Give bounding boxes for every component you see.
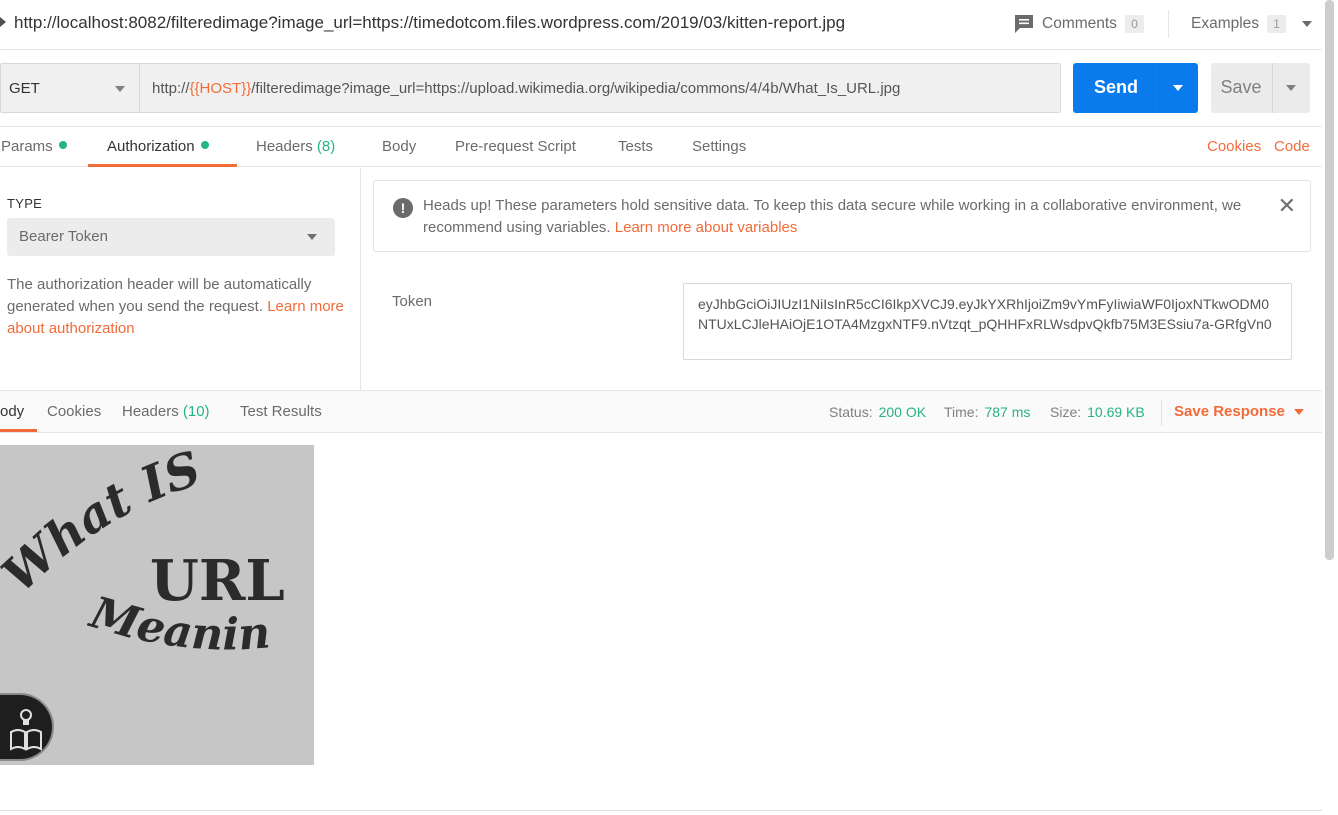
method-value: GET [9,80,40,97]
notice-message: Heads up! These parameters hold sensitiv… [423,195,1273,239]
url-host-variable: {{HOST}} [189,80,252,97]
save-options-chevron-icon[interactable] [1286,85,1296,91]
response-meta-divider [1161,400,1162,426]
response-tabs-bar: ody Cookies Headers (10) Test Results St… [0,390,1322,433]
send-options-chevron-icon[interactable] [1173,85,1183,91]
status-readout: Status: 200 OK [829,404,926,420]
comment-icon [1015,15,1033,33]
response-tab-headers[interactable]: Headers (10) [122,403,210,420]
save-response-label: Save Response [1174,403,1285,420]
tab-authorization[interactable]: Authorization [107,138,209,155]
tab-headers-count: (8) [316,138,336,155]
active-tab-underline [88,164,237,167]
cookies-link[interactable]: Cookies [1207,138,1261,155]
save-divider [1272,63,1273,113]
save-button[interactable]: Save [1211,63,1310,113]
tab-headers[interactable]: Headers (8) [256,138,335,155]
collapse-caret-icon[interactable] [0,17,6,27]
response-tab-headers-label: Headers [122,403,179,420]
chevron-down-icon [307,234,317,240]
image-text-line2: URL [150,548,285,614]
response-active-tab-underline [0,429,37,432]
examples-count-badge: 1 [1267,15,1287,33]
url-path: /filteredimage?image_url=https://upload.… [251,80,901,97]
auth-type-value: Bearer Token [19,228,108,245]
auth-type-panel: TYPE Bearer Token The authorization head… [0,168,361,390]
save-response-button[interactable]: Save Response [1174,403,1304,420]
token-label: Token [392,293,433,310]
auth-type-label: TYPE [7,196,43,211]
tab-tests[interactable]: Tests [618,138,653,155]
sensitive-data-notice: ! Heads up! These parameters hold sensit… [373,180,1311,252]
send-button[interactable]: Send [1073,63,1198,113]
code-link[interactable]: Code [1274,138,1310,155]
chevron-down-icon [1302,21,1313,27]
examples-dropdown[interactable]: Examples 1 [1191,12,1313,36]
alert-icon: ! [393,198,413,218]
time-label: Time: [944,404,979,420]
comments-button[interactable]: Comments 0 [1014,12,1144,36]
tab-headers-label: Headers [256,138,313,155]
authorization-active-dot-icon [200,141,209,150]
status-value[interactable]: 200 OK [879,404,926,420]
notice-text: Heads up! These parameters hold sensitiv… [423,197,1242,236]
request-name[interactable]: http://localhost:8082/filteredimage?imag… [14,13,845,33]
comments-label: Comments [1042,15,1117,32]
vertical-scrollbar[interactable] [1325,0,1334,560]
response-tab-test-results[interactable]: Test Results [240,403,322,420]
send-divider [1159,63,1160,113]
method-select[interactable]: GET [0,63,139,113]
request-tabs: Params Authorization Headers (8) Body Pr… [0,127,1322,167]
tab-params[interactable]: Params [1,138,67,155]
request-title-bar: http://localhost:8082/filteredimage?imag… [0,0,1322,50]
auth-type-select[interactable]: Bearer Token [7,218,335,256]
learn-more-variables-link[interactable]: Learn more about variables [615,219,798,236]
tab-settings[interactable]: Settings [692,138,746,155]
chevron-down-icon [115,86,125,92]
size-value[interactable]: 10.69 KB [1087,404,1145,420]
url-prefix: http:// [152,80,190,97]
status-label: Status: [829,404,873,420]
tab-prerequest-script[interactable]: Pre-request Script [455,138,576,155]
tab-body[interactable]: Body [382,138,416,155]
auth-description-text: The authorization header will be automat… [7,276,312,315]
params-active-dot-icon [58,141,67,150]
bottom-divider [0,810,1322,811]
url-input[interactable]: http://{{HOST}}/filteredimage?image_url=… [139,63,1061,113]
size-readout: Size: 10.69 KB [1050,404,1145,420]
save-label: Save [1220,77,1262,97]
chevron-down-icon [1293,408,1304,415]
response-tab-cookies[interactable]: Cookies [47,403,101,420]
size-label: Size: [1050,404,1082,420]
tab-params-label: Params [1,138,53,155]
time-readout: Time: 787 ms [944,404,1030,420]
close-icon[interactable]: ✕ [1278,195,1296,217]
comments-count-badge: 0 [1124,15,1144,33]
auth-description: The authorization header will be automat… [7,274,347,340]
time-value[interactable]: 787 ms [984,404,1030,420]
token-input[interactable]: eyJhbGciOiJIUzI1NiIsInR5cCI6IkpXVCJ9.eyJ… [683,283,1292,360]
tab-authorization-label: Authorization [107,138,195,155]
response-headers-count: (10) [182,403,210,420]
response-tab-body[interactable]: ody [0,403,24,420]
examples-label: Examples [1191,15,1260,32]
send-label: Send [1093,77,1138,97]
url-bar-row: GET http://{{HOST}}/filteredimage?image_… [0,50,1322,127]
header-divider [1168,10,1169,38]
